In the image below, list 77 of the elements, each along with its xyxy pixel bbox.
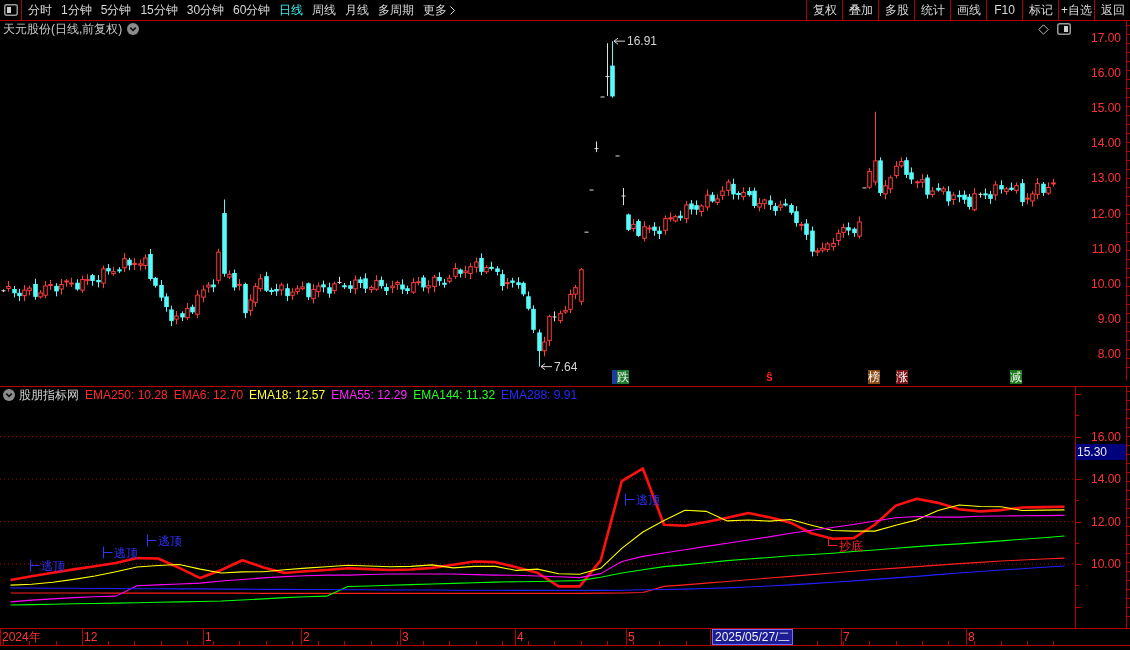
signal-tag: 跌 (617, 370, 629, 384)
indicator-name: 股朋指标网 (19, 388, 79, 402)
bracket-marker-icon (147, 534, 157, 547)
signal-tag: 榜 (868, 370, 880, 384)
toolbar-button[interactable]: 标记 (1022, 0, 1058, 20)
period-tab[interactable]: 1分钟 (61, 3, 92, 17)
month-label: 1 (205, 629, 212, 645)
axis-label: 13.00 (1090, 171, 1121, 185)
signal-tag: 减 (1010, 370, 1022, 384)
signal-label: 抄底 (838, 538, 863, 553)
toolbar-button[interactable]: 复权 (806, 0, 842, 20)
axis-label: 15.00 (1090, 101, 1121, 115)
legend-value: EMA18: 12.57 (249, 388, 326, 402)
diamond-icon[interactable] (1038, 23, 1049, 35)
more-button[interactable]: 更多 (423, 3, 456, 17)
legend-value: EMA6: 12.70 (173, 388, 244, 402)
bracket-marker-icon (30, 559, 40, 572)
axis-label: 12.00 (1090, 514, 1121, 529)
arrow-left-icon (540, 363, 553, 371)
bracket-marker-icon (625, 493, 635, 506)
axis-label: 11.00 (1091, 242, 1121, 256)
period-tab[interactable]: 日线 (279, 3, 304, 17)
chart-title: 天元股份(日线,前复权) (3, 22, 123, 36)
period-tab[interactable]: 5分钟 (100, 3, 132, 17)
month-label: 2 (303, 629, 310, 645)
toolbar-button[interactable]: 叠加 (842, 0, 878, 20)
toolbar-button[interactable]: 画线 (950, 0, 986, 20)
period-tab[interactable]: 60分钟 (233, 3, 271, 17)
period-tab[interactable]: 30分钟 (186, 3, 225, 17)
axis-label: 16.00 (1090, 429, 1121, 444)
axis-label: 14.00 (1090, 472, 1121, 487)
cursor-date: 2025/05/27/二 (712, 629, 794, 645)
toolbar-button[interactable]: F10 (986, 0, 1022, 20)
axis-label: 16.00 (1090, 66, 1121, 80)
chevron-down-icon[interactable] (3, 389, 15, 401)
month-label: 2024年 (2, 629, 41, 645)
cursor-value: 15.30 (1076, 444, 1126, 460)
signal-label: 逃顶 (113, 545, 138, 560)
toolbar-button[interactable]: 统计 (914, 0, 950, 20)
corner-marker-icon (828, 537, 838, 546)
month-label: 3 (402, 629, 409, 645)
chevron-right-icon (450, 5, 456, 15)
toolbar-button[interactable]: +自选 (1058, 0, 1094, 20)
toolbar-button[interactable]: 返回 (1094, 0, 1130, 20)
month-label: 5 (628, 629, 635, 645)
period-tab[interactable]: 多周期 (378, 3, 415, 17)
axis-label: 10.00 (1090, 277, 1121, 291)
axis-label: 10.00 (1090, 557, 1121, 572)
panel-toggle-icon[interactable] (1057, 23, 1071, 35)
period-tab[interactable]: 周线 (312, 3, 337, 17)
toolbar-button[interactable]: 多股 (878, 0, 914, 20)
chevron-down-icon[interactable] (127, 23, 140, 35)
price-label: 16.91 (627, 34, 658, 49)
price-label: 7.64 (554, 359, 578, 374)
axis-label: 12.00 (1090, 207, 1121, 221)
month-label: 12 (84, 629, 98, 645)
panel-toggle-icon[interactable] (3, 4, 18, 16)
legend-value: EMA288: 9.91 (501, 388, 578, 402)
period-tab[interactable]: 分时 (28, 3, 52, 17)
legend-value: EMA144: 11.32 (413, 388, 496, 402)
period-tab[interactable]: 月线 (345, 3, 370, 17)
signal-label: 逃顶 (157, 533, 182, 548)
legend-value: EMA250: 10.28 (85, 388, 168, 402)
month-label: 4 (517, 629, 524, 645)
bracket-marker-icon (103, 546, 113, 559)
signal-symbol: ŝ (766, 370, 773, 384)
axis-label: 8.00 (1097, 347, 1121, 361)
period-tab[interactable]: 15分钟 (140, 3, 178, 17)
axis-label: 14.00 (1090, 136, 1121, 150)
month-label: 7 (843, 629, 850, 645)
arrow-left-icon (613, 37, 626, 45)
signal-tag: 涨 (896, 370, 908, 384)
signal-label: 逃顶 (40, 558, 65, 573)
month-label: 8 (968, 629, 975, 645)
axis-label: 9.00 (1097, 312, 1121, 326)
axis-label: 17.00 (1090, 31, 1121, 45)
legend-value: EMA55: 12.29 (331, 388, 408, 402)
